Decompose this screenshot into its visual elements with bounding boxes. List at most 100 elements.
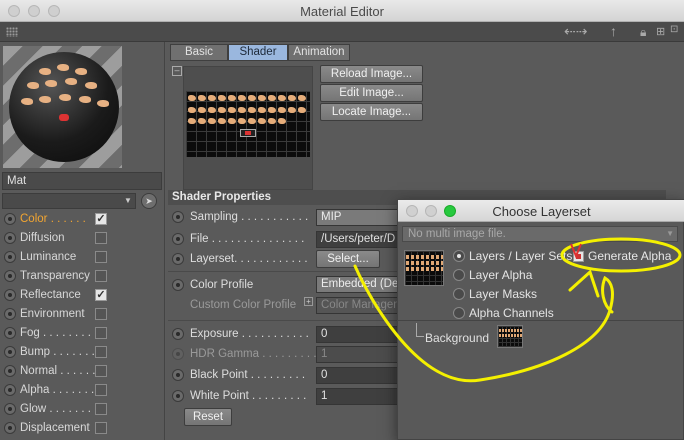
keyframe-radio[interactable] [172, 211, 184, 223]
file-path-field[interactable]: /Users/peter/D [316, 231, 406, 248]
edit-image-button[interactable]: Edit Image... [320, 84, 423, 102]
keyframe-radio[interactable] [172, 348, 184, 360]
texture-thumbnail[interactable] [183, 66, 313, 190]
hdr-gamma-field[interactable]: 1 [316, 346, 406, 363]
option-layers-layer-sets[interactable]: Layers / Layer Sets [453, 248, 572, 266]
checkbox[interactable] [573, 251, 584, 262]
radio-button[interactable] [453, 250, 465, 262]
keyframe-radio[interactable] [172, 253, 184, 265]
channel-label: Glow . . . . . . . . [20, 403, 98, 415]
channel-label: Normal . . . . . . [20, 365, 96, 377]
channel-checkbox[interactable]: ✓ [95, 213, 107, 225]
channel-checkbox[interactable] [95, 232, 107, 244]
channel-radio[interactable] [4, 232, 16, 244]
sampling-dropdown[interactable]: MIP [316, 209, 406, 226]
black-point-field[interactable]: 0 [316, 367, 406, 384]
divider [168, 271, 398, 272]
lock-icon[interactable]: 🔒︎ [640, 25, 646, 40]
channel-radio[interactable] [4, 365, 16, 377]
keyframe-radio[interactable] [172, 233, 184, 245]
exposure-field[interactable]: 0 [316, 326, 406, 343]
channel-checkbox[interactable] [95, 384, 107, 396]
new-window-icon[interactable]: ⊞ [656, 25, 665, 38]
white-point-field[interactable]: 1 [316, 388, 406, 405]
keyframe-radio[interactable] [172, 390, 184, 402]
channel-item-diffusion[interactable]: Diffusion [0, 229, 165, 248]
material-layer-dropdown[interactable]: ▼ [2, 193, 136, 209]
channel-radio[interactable] [4, 403, 16, 415]
channel-item-bump[interactable]: Bump . . . . . . . [0, 343, 165, 362]
channel-checkbox[interactable] [95, 308, 107, 320]
channel-radio[interactable] [4, 422, 16, 434]
tab-basic[interactable]: Basic [170, 44, 228, 61]
channel-item-alpha[interactable]: Alpha . . . . . . . [0, 381, 165, 400]
black-point-label: Black Point . . . . . . . . . [190, 369, 306, 381]
chevron-down-icon: ▼ [666, 229, 674, 238]
channel-item-fog[interactable]: Fog . . . . . . . . . [0, 324, 165, 343]
channel-radio[interactable] [4, 251, 16, 263]
channel-radio[interactable] [4, 270, 16, 282]
channel-item-transparency[interactable]: Transparency [0, 267, 165, 286]
radio-button[interactable] [453, 288, 465, 300]
layer-item-background[interactable]: Background [425, 331, 489, 345]
channel-checkbox[interactable] [95, 327, 107, 339]
multi-image-file-value: No multi image file. [408, 228, 506, 240]
tab-animation[interactable]: Animation [288, 44, 350, 61]
keyframe-radio[interactable] [172, 328, 184, 340]
keyframe-radio[interactable] [172, 279, 184, 291]
generate-alpha-checkbox[interactable]: Generate Alpha [573, 248, 683, 266]
collapse-icon[interactable]: – [172, 66, 182, 76]
grip-icon[interactable] [6, 27, 18, 37]
expand-icon[interactable]: ⊡ [670, 24, 678, 35]
color-profile-dropdown[interactable]: Embedded (De [316, 276, 406, 293]
reset-button[interactable]: Reset [184, 408, 232, 426]
radio-button[interactable] [453, 269, 465, 281]
channel-radio[interactable] [4, 289, 16, 301]
channel-checkbox[interactable] [95, 422, 107, 434]
material-preview[interactable] [3, 46, 122, 168]
exposure-label: Exposure . . . . . . . . . . . [190, 328, 309, 340]
divider [398, 320, 684, 321]
channel-checkbox[interactable]: ✓ [95, 289, 107, 301]
reload-image-button[interactable]: Reload Image... [320, 65, 423, 83]
channel-item-glow[interactable]: Glow . . . . . . . . [0, 400, 165, 419]
channel-label: Fog . . . . . . . . . [20, 327, 98, 339]
channel-item-normal[interactable]: Normal . . . . . . [0, 362, 165, 381]
option-layer-masks[interactable]: Layer Masks [453, 286, 563, 304]
channel-label: Bump . . . . . . . [20, 346, 95, 358]
radio-button[interactable] [453, 307, 465, 319]
option-layer-alpha[interactable]: Layer Alpha [453, 267, 563, 285]
cursor-icon[interactable]: ➤ [141, 193, 157, 209]
left-panel: Mat ▼ ➤ Color . . . . . . ✓ Diffusion Lu… [0, 42, 165, 440]
back-forward-icon[interactable]: ⇠⇢ [564, 23, 587, 40]
keyframe-radio[interactable] [172, 369, 184, 381]
channel-item-environment[interactable]: Environment [0, 305, 165, 324]
channel-item-reflectance[interactable]: Reflectance ✓ [0, 286, 165, 305]
layerset-select-button[interactable]: Select... [316, 250, 380, 268]
channel-checkbox[interactable] [95, 365, 107, 377]
locate-image-button[interactable]: Locate Image... [320, 103, 423, 121]
channel-checkbox[interactable] [95, 346, 107, 358]
channel-item-color[interactable]: Color . . . . . . ✓ [0, 210, 165, 229]
channel-item-displacement[interactable]: Displacement [0, 419, 165, 438]
channel-radio[interactable] [4, 213, 16, 225]
material-sphere [9, 52, 119, 162]
channel-label: Luminance [20, 251, 77, 263]
channel-radio[interactable] [4, 346, 16, 358]
channel-label: Diffusion [20, 232, 65, 244]
channel-item-luminance[interactable]: Luminance [0, 248, 165, 267]
channel-checkbox[interactable] [95, 270, 107, 282]
hdr-gamma-label: HDR Gamma . . . . . . . . . [190, 348, 317, 360]
material-name-field[interactable]: Mat [2, 172, 162, 190]
custom-color-profile-field[interactable]: Color Managen [316, 297, 406, 314]
multi-image-file-dropdown[interactable]: No multi image file. ▼ [402, 226, 678, 242]
up-arrow-icon[interactable]: ↑ [610, 23, 617, 39]
channel-radio[interactable] [4, 384, 16, 396]
channel-checkbox[interactable] [95, 251, 107, 263]
channel-checkbox[interactable] [95, 403, 107, 415]
tab-shader[interactable]: Shader [228, 44, 288, 61]
channel-radio[interactable] [4, 327, 16, 339]
plus-icon[interactable]: + [304, 297, 313, 306]
file-label: File . . . . . . . . . . . . . . . [190, 233, 305, 245]
channel-radio[interactable] [4, 308, 16, 320]
